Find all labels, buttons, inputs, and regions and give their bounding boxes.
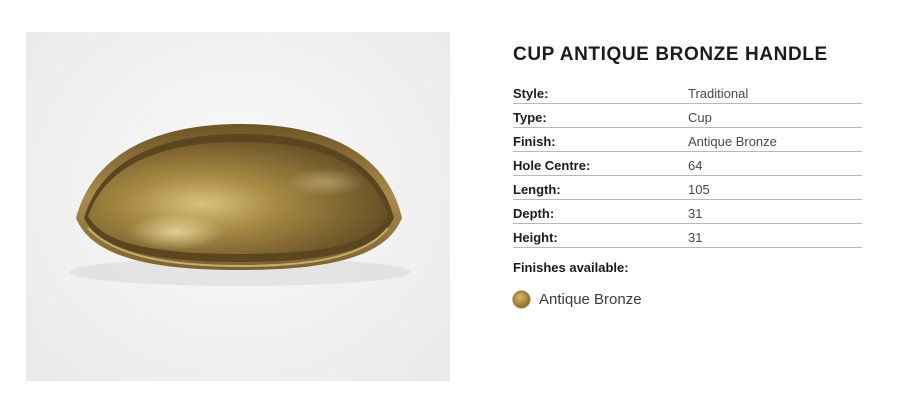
finish-option-antique-bronze[interactable]: Antique Bronze — [513, 291, 862, 308]
spec-label: Length: — [513, 175, 688, 200]
spec-label: Style: — [513, 80, 688, 104]
spec-label: Height: — [513, 223, 688, 248]
spec-label: Finish: — [513, 127, 688, 152]
spec-value: Cup — [688, 103, 862, 128]
spec-value: 31 — [688, 199, 862, 224]
finishes-heading: Finishes available: — [513, 260, 629, 275]
spec-row-hole-centre: Hole Centre: 64 — [513, 151, 862, 176]
spec-row-height: Height: 31 — [513, 223, 862, 248]
spec-row-length: Length: 105 — [513, 175, 862, 200]
product-title: CUP ANTIQUE BRONZE HANDLE — [513, 44, 828, 65]
spec-value: 31 — [688, 223, 862, 248]
spec-label: Type: — [513, 103, 688, 128]
finish-label: Antique Bronze — [539, 291, 642, 308]
product-details: CUP ANTIQUE BRONZE HANDLE Style: Traditi… — [513, 44, 862, 308]
spec-row-depth: Depth: 31 — [513, 199, 862, 224]
spec-label: Hole Centre: — [513, 151, 688, 176]
finish-swatch-icon[interactable] — [513, 291, 530, 308]
spec-value: 64 — [688, 151, 862, 176]
spec-row-finish: Finish: Antique Bronze — [513, 127, 862, 152]
cup-handle-illustration — [70, 124, 410, 286]
spec-row-style: Style: Traditional — [513, 80, 862, 104]
spec-value: Antique Bronze — [688, 127, 862, 152]
product-image — [26, 32, 450, 381]
spec-table: Style: Traditional Type: Cup Finish: Ant… — [513, 80, 862, 248]
spec-row-type: Type: Cup — [513, 103, 862, 128]
spec-value: 105 — [688, 175, 862, 200]
spec-label: Depth: — [513, 199, 688, 224]
spec-value: Traditional — [688, 80, 862, 104]
